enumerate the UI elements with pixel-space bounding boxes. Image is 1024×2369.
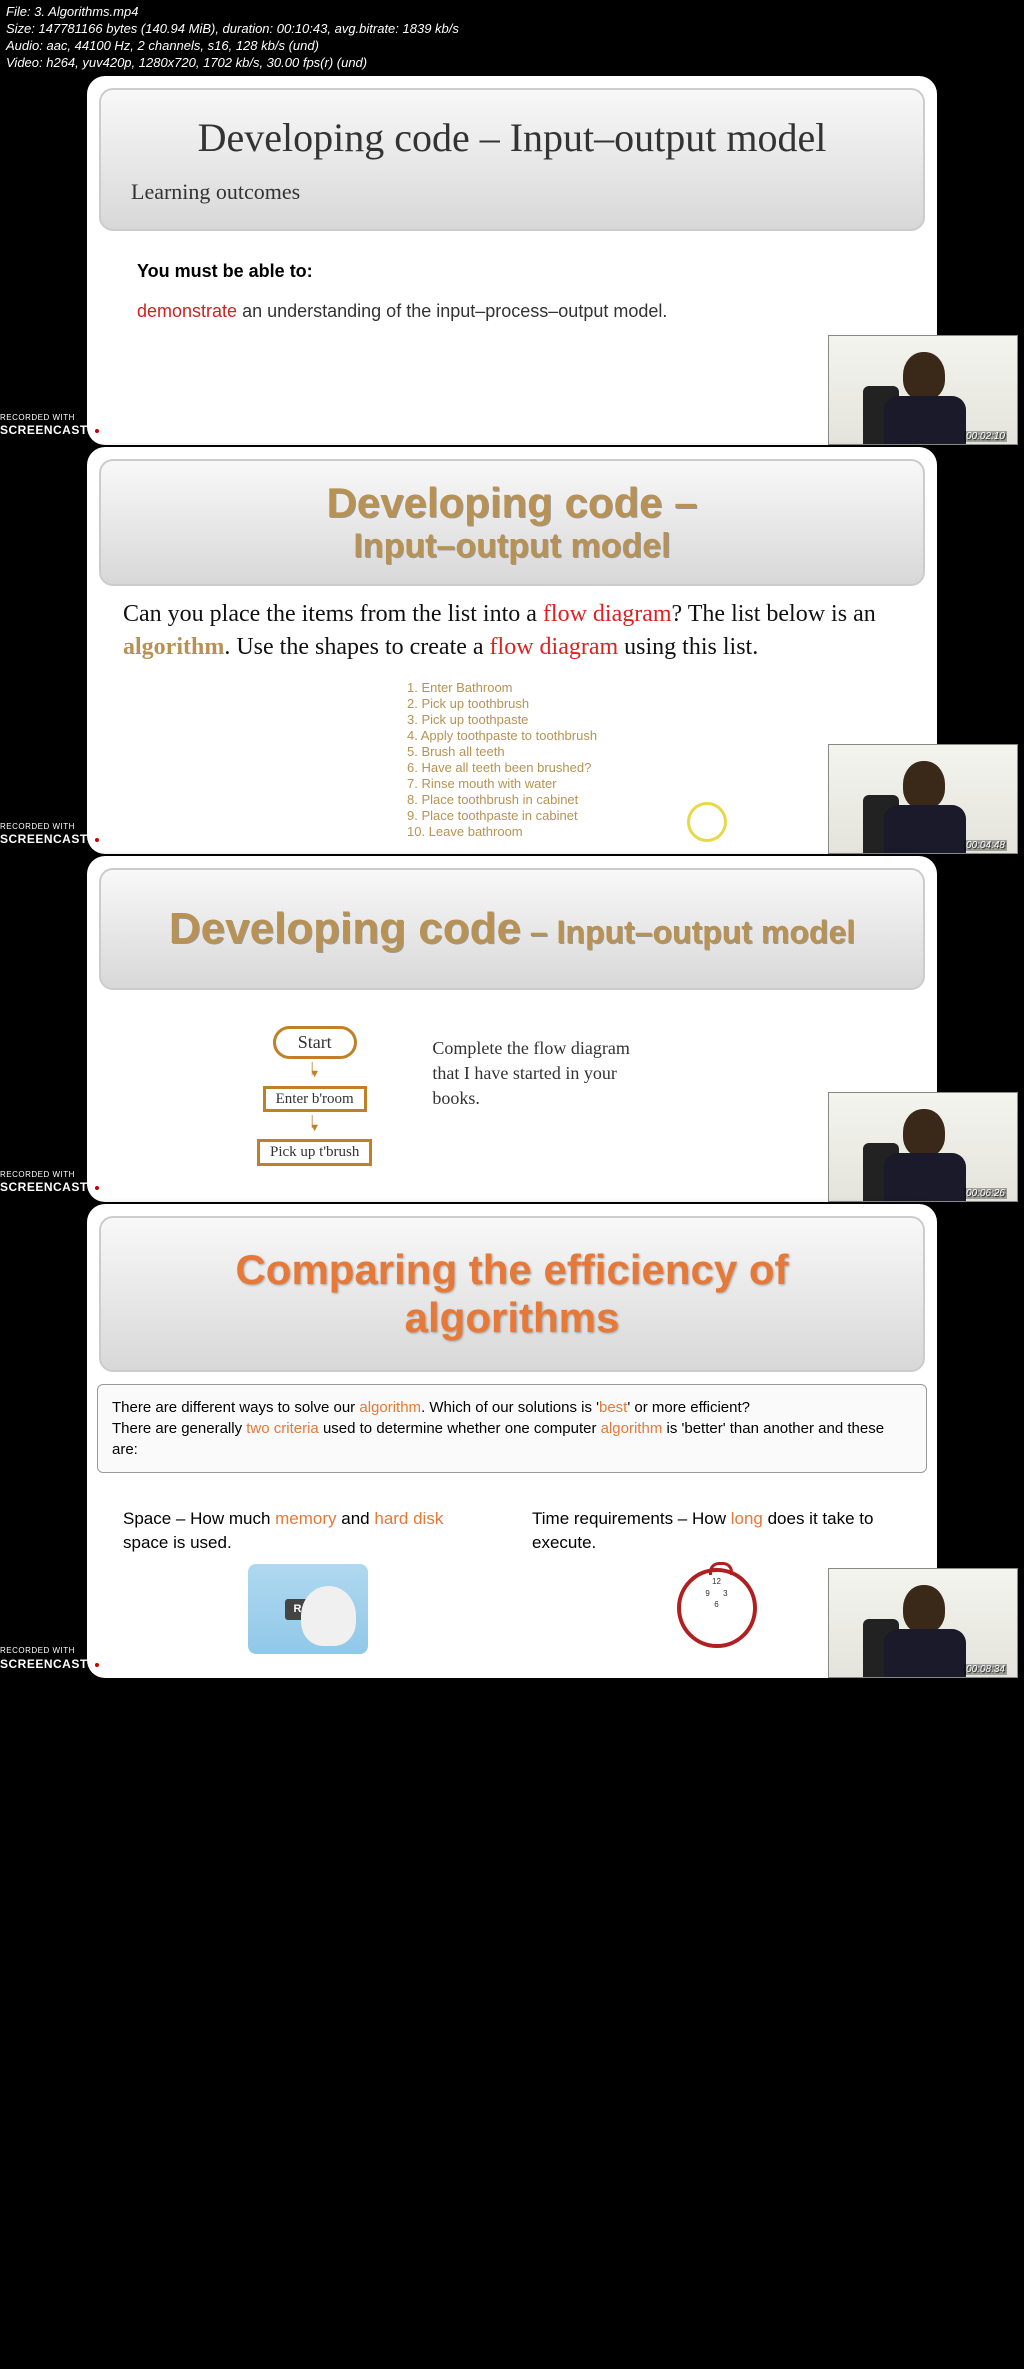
watermark-icon (90, 833, 104, 847)
algorithm-list: 1. Enter Bathroom 2. Pick up toothbrush … (87, 665, 937, 854)
slide-subtitle: Input–output model (121, 527, 903, 566)
meta-size: Size: 147781166 bytes (140.94 MiB), dura… (6, 21, 1018, 38)
watermark: RECORDED WITH SCREENCASTMATIC (0, 1170, 145, 1196)
webcam-overlay: 00:06:26 (828, 1092, 1018, 1202)
space-column: Space – How much memory and hard disk sp… (123, 1507, 492, 1655)
media-metadata: File: 3. Algorithms.mp4 Size: 147781166 … (0, 0, 1024, 76)
arrow-icon: │▼ (309, 1067, 320, 1078)
slide-title: Developing code – Input–output model (131, 114, 893, 161)
webcam-overlay: 00:04:48 (828, 744, 1018, 854)
watermark: RECORDED WITH SCREENCASTMATIC (0, 822, 145, 848)
question-text: Can you place the items from the list in… (87, 598, 937, 665)
cursor-highlight (687, 802, 727, 842)
arrow-icon: │▼ (309, 1120, 320, 1131)
flow-box-1: Enter b'room (263, 1086, 367, 1113)
timestamp: 00:08:34 (964, 1664, 1007, 1675)
slide-2: Developing code – Input–output model Can… (0, 447, 1024, 854)
outcome-heading: You must be able to: (137, 261, 887, 282)
webcam-overlay: 00:02:10 (828, 335, 1018, 445)
watermark: RECORDED WITH SCREENCASTMATIC (0, 1646, 145, 1672)
timestamp: 00:04:48 (964, 840, 1007, 851)
timestamp: 00:02:10 (964, 431, 1007, 442)
meta-audio: Audio: aac, 44100 Hz, 2 channels, s16, 1… (6, 38, 1018, 55)
flow-instruction: Complete the flow diagram that I have st… (432, 1026, 632, 1166)
outcome-text: demonstrate an understanding of the inpu… (137, 298, 887, 325)
ram-image: RAM (248, 1564, 368, 1654)
watermark-icon (90, 1658, 104, 1672)
slide-3: Developing code – Input–output model Sta… (0, 856, 1024, 1202)
slide-title: Comparing the efficiency of algorithms (131, 1246, 893, 1342)
slide-title: Developing code – Input–output model (121, 904, 903, 954)
clock-image: 129 36 (677, 1568, 757, 1648)
watermark-icon (90, 1181, 104, 1195)
flow-start: Start (273, 1026, 357, 1059)
flow-box-2: Pick up t'brush (257, 1139, 372, 1166)
slide-1: Developing code – Input–output model Lea… (0, 76, 1024, 445)
timestamp: 00:06:26 (964, 1188, 1007, 1199)
watermark: RECORDED WITH SCREENCASTMATIC (0, 413, 145, 439)
webcam-overlay: 00:08:34 (828, 1568, 1018, 1678)
slide-title: Developing code – (121, 479, 903, 527)
slide-subtitle: Learning outcomes (131, 179, 893, 205)
flowchart: Start │▼ Enter b'room │▼ Pick up t'brush… (87, 1002, 937, 1202)
watermark-icon (90, 424, 104, 438)
info-box: There are different ways to solve our al… (97, 1384, 927, 1473)
meta-file: File: 3. Algorithms.mp4 (6, 4, 1018, 21)
meta-video: Video: h264, yuv420p, 1280x720, 1702 kb/… (6, 55, 1018, 72)
slide-4: Comparing the efficiency of algorithms T… (0, 1204, 1024, 1679)
